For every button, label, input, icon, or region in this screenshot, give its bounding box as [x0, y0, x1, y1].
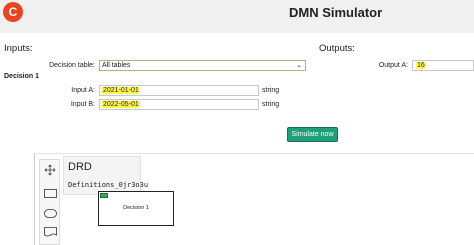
input-a-value: 2021-01-01: [102, 87, 140, 94]
drd-properties-panel: DRD Definitions_0jr3o3u: [63, 156, 148, 195]
outputs-heading: Outputs:: [319, 43, 355, 54]
simulate-button[interactable]: Simulate now: [287, 127, 338, 142]
decision-tool-icon[interactable]: [44, 185, 57, 203]
knowledge-source-tool-icon[interactable]: [44, 224, 57, 242]
input-b-field[interactable]: 2022-05-01: [99, 99, 259, 110]
input-data-tool-icon[interactable]: [44, 205, 57, 223]
output-a-label: Output A:: [378, 62, 408, 69]
input-b-label: Input B:: [70, 101, 95, 108]
inputs-heading: Inputs:: [4, 43, 33, 54]
definitions-id: Definitions_0jr3o3u: [68, 181, 149, 189]
input-b-value: 2022-05-01: [102, 101, 140, 108]
input-a-type: string: [262, 87, 280, 94]
chevron-down-icon: ⌄: [296, 62, 302, 69]
output-a-field: 16: [412, 60, 474, 71]
decision-element[interactable]: Decision 1: [98, 191, 174, 226]
page-title: DMN Simulator: [289, 5, 383, 20]
tool-palette: [39, 159, 60, 245]
decision-heading: Decision 1: [4, 73, 40, 80]
input-a-label: Input A:: [71, 87, 95, 94]
output-a-value: 16: [416, 62, 426, 69]
hand-tool-icon[interactable]: [44, 163, 56, 181]
decision-table-label: Decision table:: [49, 62, 95, 69]
decision-table-select[interactable]: All tables ⌄: [99, 60, 306, 71]
decision-element-label: Decision 1: [123, 205, 149, 211]
app-logo: C: [3, 2, 23, 22]
input-a-field[interactable]: 2021-01-01: [99, 85, 259, 96]
drd-title: DRD: [68, 161, 92, 173]
decision-table-selected-value: All tables: [102, 62, 131, 69]
input-b-type: string: [262, 101, 280, 108]
app-header: C DMN Simulator: [0, 0, 474, 33]
decision-table-icon[interactable]: [100, 193, 108, 198]
